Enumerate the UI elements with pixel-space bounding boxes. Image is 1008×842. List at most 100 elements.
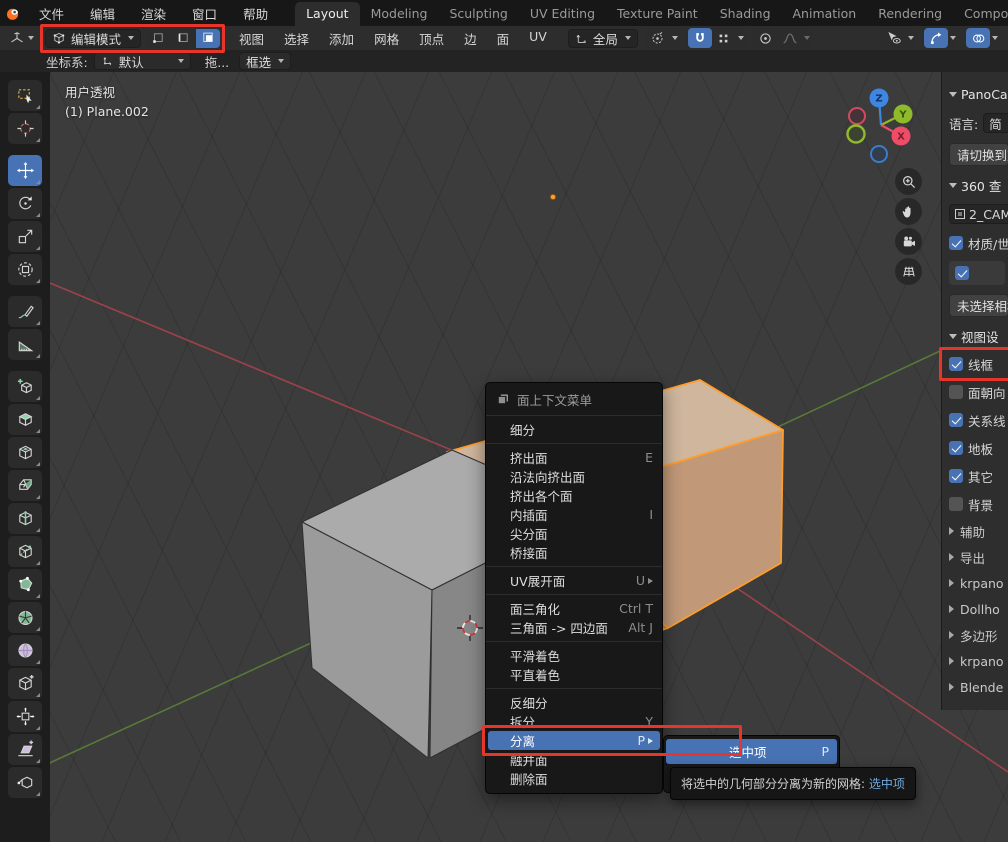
workspace-tab-3[interactable]: UV Editing bbox=[519, 2, 606, 26]
sidebar-checkbox-6[interactable] bbox=[955, 266, 969, 280]
sidebar-row-17[interactable]: krpano bbox=[942, 570, 1008, 596]
tool-extrude-region[interactable] bbox=[8, 404, 42, 435]
menu-item-2-0[interactable]: UV展开面U bbox=[486, 571, 662, 590]
topbar-menu-0[interactable]: 文件 bbox=[28, 1, 75, 26]
tool-add-cube[interactable] bbox=[8, 371, 42, 402]
viewport-menu-3[interactable]: 网格 bbox=[365, 26, 408, 51]
viewport-menu-4[interactable]: 顶点 bbox=[410, 26, 453, 51]
topbar-menu-3[interactable]: 窗口 bbox=[181, 1, 228, 26]
sidebar-object-dropdown[interactable]: 2_CAM bbox=[949, 204, 1008, 224]
gizmos-toggle-button[interactable] bbox=[924, 28, 948, 48]
tool-measure[interactable] bbox=[8, 329, 42, 360]
menu-item-1-2[interactable]: 挤出各个面 bbox=[486, 486, 662, 505]
object-visibility-button[interactable] bbox=[882, 28, 906, 48]
vertex-select-button[interactable] bbox=[146, 29, 170, 48]
pan-button[interactable] bbox=[895, 198, 922, 225]
mode-dropdown[interactable]: 编辑模式 bbox=[45, 29, 141, 48]
sidebar-row-21[interactable]: Blende bbox=[942, 674, 1008, 700]
tool-transform[interactable] bbox=[8, 254, 42, 285]
chevron-down-icon[interactable] bbox=[950, 36, 956, 40]
sidebar-row-8[interactable]: 视图设 bbox=[942, 322, 1008, 350]
menu-item-1-0[interactable]: 挤出面E bbox=[486, 448, 662, 467]
menu-item-1-3[interactable]: 内插面I bbox=[486, 505, 662, 524]
sidebar-row-0[interactable]: PanoCamA bbox=[942, 80, 1008, 108]
coord-system-dropdown[interactable]: 默认 bbox=[94, 52, 191, 70]
drag-label[interactable]: 拖... bbox=[205, 52, 229, 71]
chevron-down-icon[interactable] bbox=[908, 36, 914, 40]
workspace-tab-2[interactable]: Sculpting bbox=[438, 2, 518, 26]
viewport-menu-7[interactable]: UV bbox=[520, 26, 556, 51]
proportional-edit-button[interactable] bbox=[754, 28, 778, 48]
sidebar-checkbox-14[interactable] bbox=[949, 497, 963, 511]
sidebar-checkbox-12[interactable] bbox=[949, 441, 963, 455]
sidebar-row-19[interactable]: 多边形 bbox=[942, 622, 1008, 648]
chevron-down-icon[interactable] bbox=[672, 36, 678, 40]
tool-select-box[interactable] bbox=[8, 80, 42, 111]
menu-item-5-4[interactable]: 删除面 bbox=[486, 769, 662, 788]
workspace-tab-0[interactable]: Layout bbox=[295, 2, 360, 26]
workspace-tab-7[interactable]: Rendering bbox=[867, 2, 953, 26]
viewport-menu-6[interactable]: 面 bbox=[488, 26, 519, 51]
menu-item-1-1[interactable]: 沿法向挤出面 bbox=[486, 467, 662, 486]
menu-item-1-4[interactable]: 尖分面 bbox=[486, 524, 662, 543]
gizmo-minus-z[interactable] bbox=[871, 146, 887, 162]
menu-item-3-1[interactable]: 三角面 -> 四边面Alt J bbox=[486, 618, 662, 637]
chevron-down-icon[interactable] bbox=[738, 36, 744, 40]
sidebar-row-15[interactable]: 辅助 bbox=[942, 518, 1008, 544]
blender-logo-icon[interactable] bbox=[0, 4, 26, 22]
tool-loop-cut[interactable] bbox=[8, 503, 42, 534]
topbar-menu-4[interactable]: 帮助 bbox=[232, 1, 279, 26]
pivot-point-button[interactable] bbox=[646, 28, 670, 48]
workspace-tab-5[interactable]: Shading bbox=[709, 2, 782, 26]
zoom-button[interactable] bbox=[895, 168, 922, 195]
sidebar-row-18[interactable]: Dollho bbox=[942, 596, 1008, 622]
sidebar-checkbox-5[interactable] bbox=[949, 236, 963, 250]
sidebar-dropdown-1[interactable]: 简 bbox=[983, 113, 1008, 133]
menu-item-5-0[interactable]: 反细分 bbox=[486, 693, 662, 712]
snap-settings-button[interactable] bbox=[712, 28, 736, 48]
topbar-menu-2[interactable]: 渲染 bbox=[130, 1, 177, 26]
tool-rip-region[interactable] bbox=[8, 767, 42, 798]
tool-knife[interactable] bbox=[8, 536, 42, 567]
editor-type-button[interactable] bbox=[6, 29, 37, 47]
falloff-curve-button[interactable] bbox=[778, 28, 802, 48]
viewport-menu-5[interactable]: 边 bbox=[455, 26, 486, 51]
snap-toggle-button[interactable] bbox=[688, 28, 712, 48]
chevron-down-icon[interactable] bbox=[992, 36, 998, 40]
sidebar-row-16[interactable]: 导出 bbox=[942, 544, 1008, 570]
tool-annotate[interactable] bbox=[8, 296, 42, 327]
sidebar-checkbox-13[interactable] bbox=[949, 469, 963, 483]
sidebar-checkbox-11[interactable] bbox=[949, 413, 963, 427]
workspace-tab-6[interactable]: Animation bbox=[782, 2, 868, 26]
workspace-tab-1[interactable]: Modeling bbox=[360, 2, 439, 26]
navigation-gizmo[interactable]: Z Y X bbox=[848, 89, 913, 163]
orientation-dropdown[interactable]: 全局 bbox=[568, 29, 638, 48]
menu-item-5-2[interactable]: 分离P bbox=[488, 731, 660, 750]
menu-item-4-0[interactable]: 平滑着色 bbox=[486, 646, 662, 665]
tool-poly-build[interactable] bbox=[8, 569, 42, 600]
sidebar-button-7[interactable]: 未选择相机 bbox=[949, 294, 1008, 317]
workspace-tab-4[interactable]: Texture Paint bbox=[606, 2, 709, 26]
tool-cursor[interactable] bbox=[8, 113, 42, 144]
sidebar-row-3[interactable]: 360 查 bbox=[942, 171, 1008, 199]
tool-rotate[interactable] bbox=[8, 188, 42, 219]
menu-item-5-3[interactable]: 融并面 bbox=[486, 750, 662, 769]
topbar-menu-1[interactable]: 编辑 bbox=[79, 1, 126, 26]
sidebar-row-20[interactable]: krpano bbox=[942, 648, 1008, 674]
tool-shrink-fatten[interactable] bbox=[8, 701, 42, 732]
select-tool-dropdown[interactable]: 框选 bbox=[239, 52, 291, 70]
menu-item-1-5[interactable]: 桥接面 bbox=[486, 543, 662, 562]
viewport-menu-2[interactable]: 添加 bbox=[320, 26, 363, 51]
tool-inset-faces[interactable] bbox=[8, 437, 42, 468]
workspace-tab-8[interactable]: Compositing bbox=[953, 2, 1008, 26]
camera-view-button[interactable] bbox=[895, 228, 922, 255]
face-select-button[interactable] bbox=[196, 29, 220, 48]
menu-item-0-0[interactable]: 细分 bbox=[486, 420, 662, 439]
viewport-menu-0[interactable]: 视图 bbox=[230, 26, 273, 51]
chevron-down-icon[interactable] bbox=[804, 36, 810, 40]
tool-spin[interactable] bbox=[8, 602, 42, 633]
sidebar-checkbox-9[interactable] bbox=[949, 357, 963, 371]
sidebar-button-2[interactable]: 请切换到对 bbox=[949, 143, 1008, 166]
tool-move[interactable] bbox=[8, 155, 42, 186]
menu-item-5-1[interactable]: 拆分Y bbox=[486, 712, 662, 731]
